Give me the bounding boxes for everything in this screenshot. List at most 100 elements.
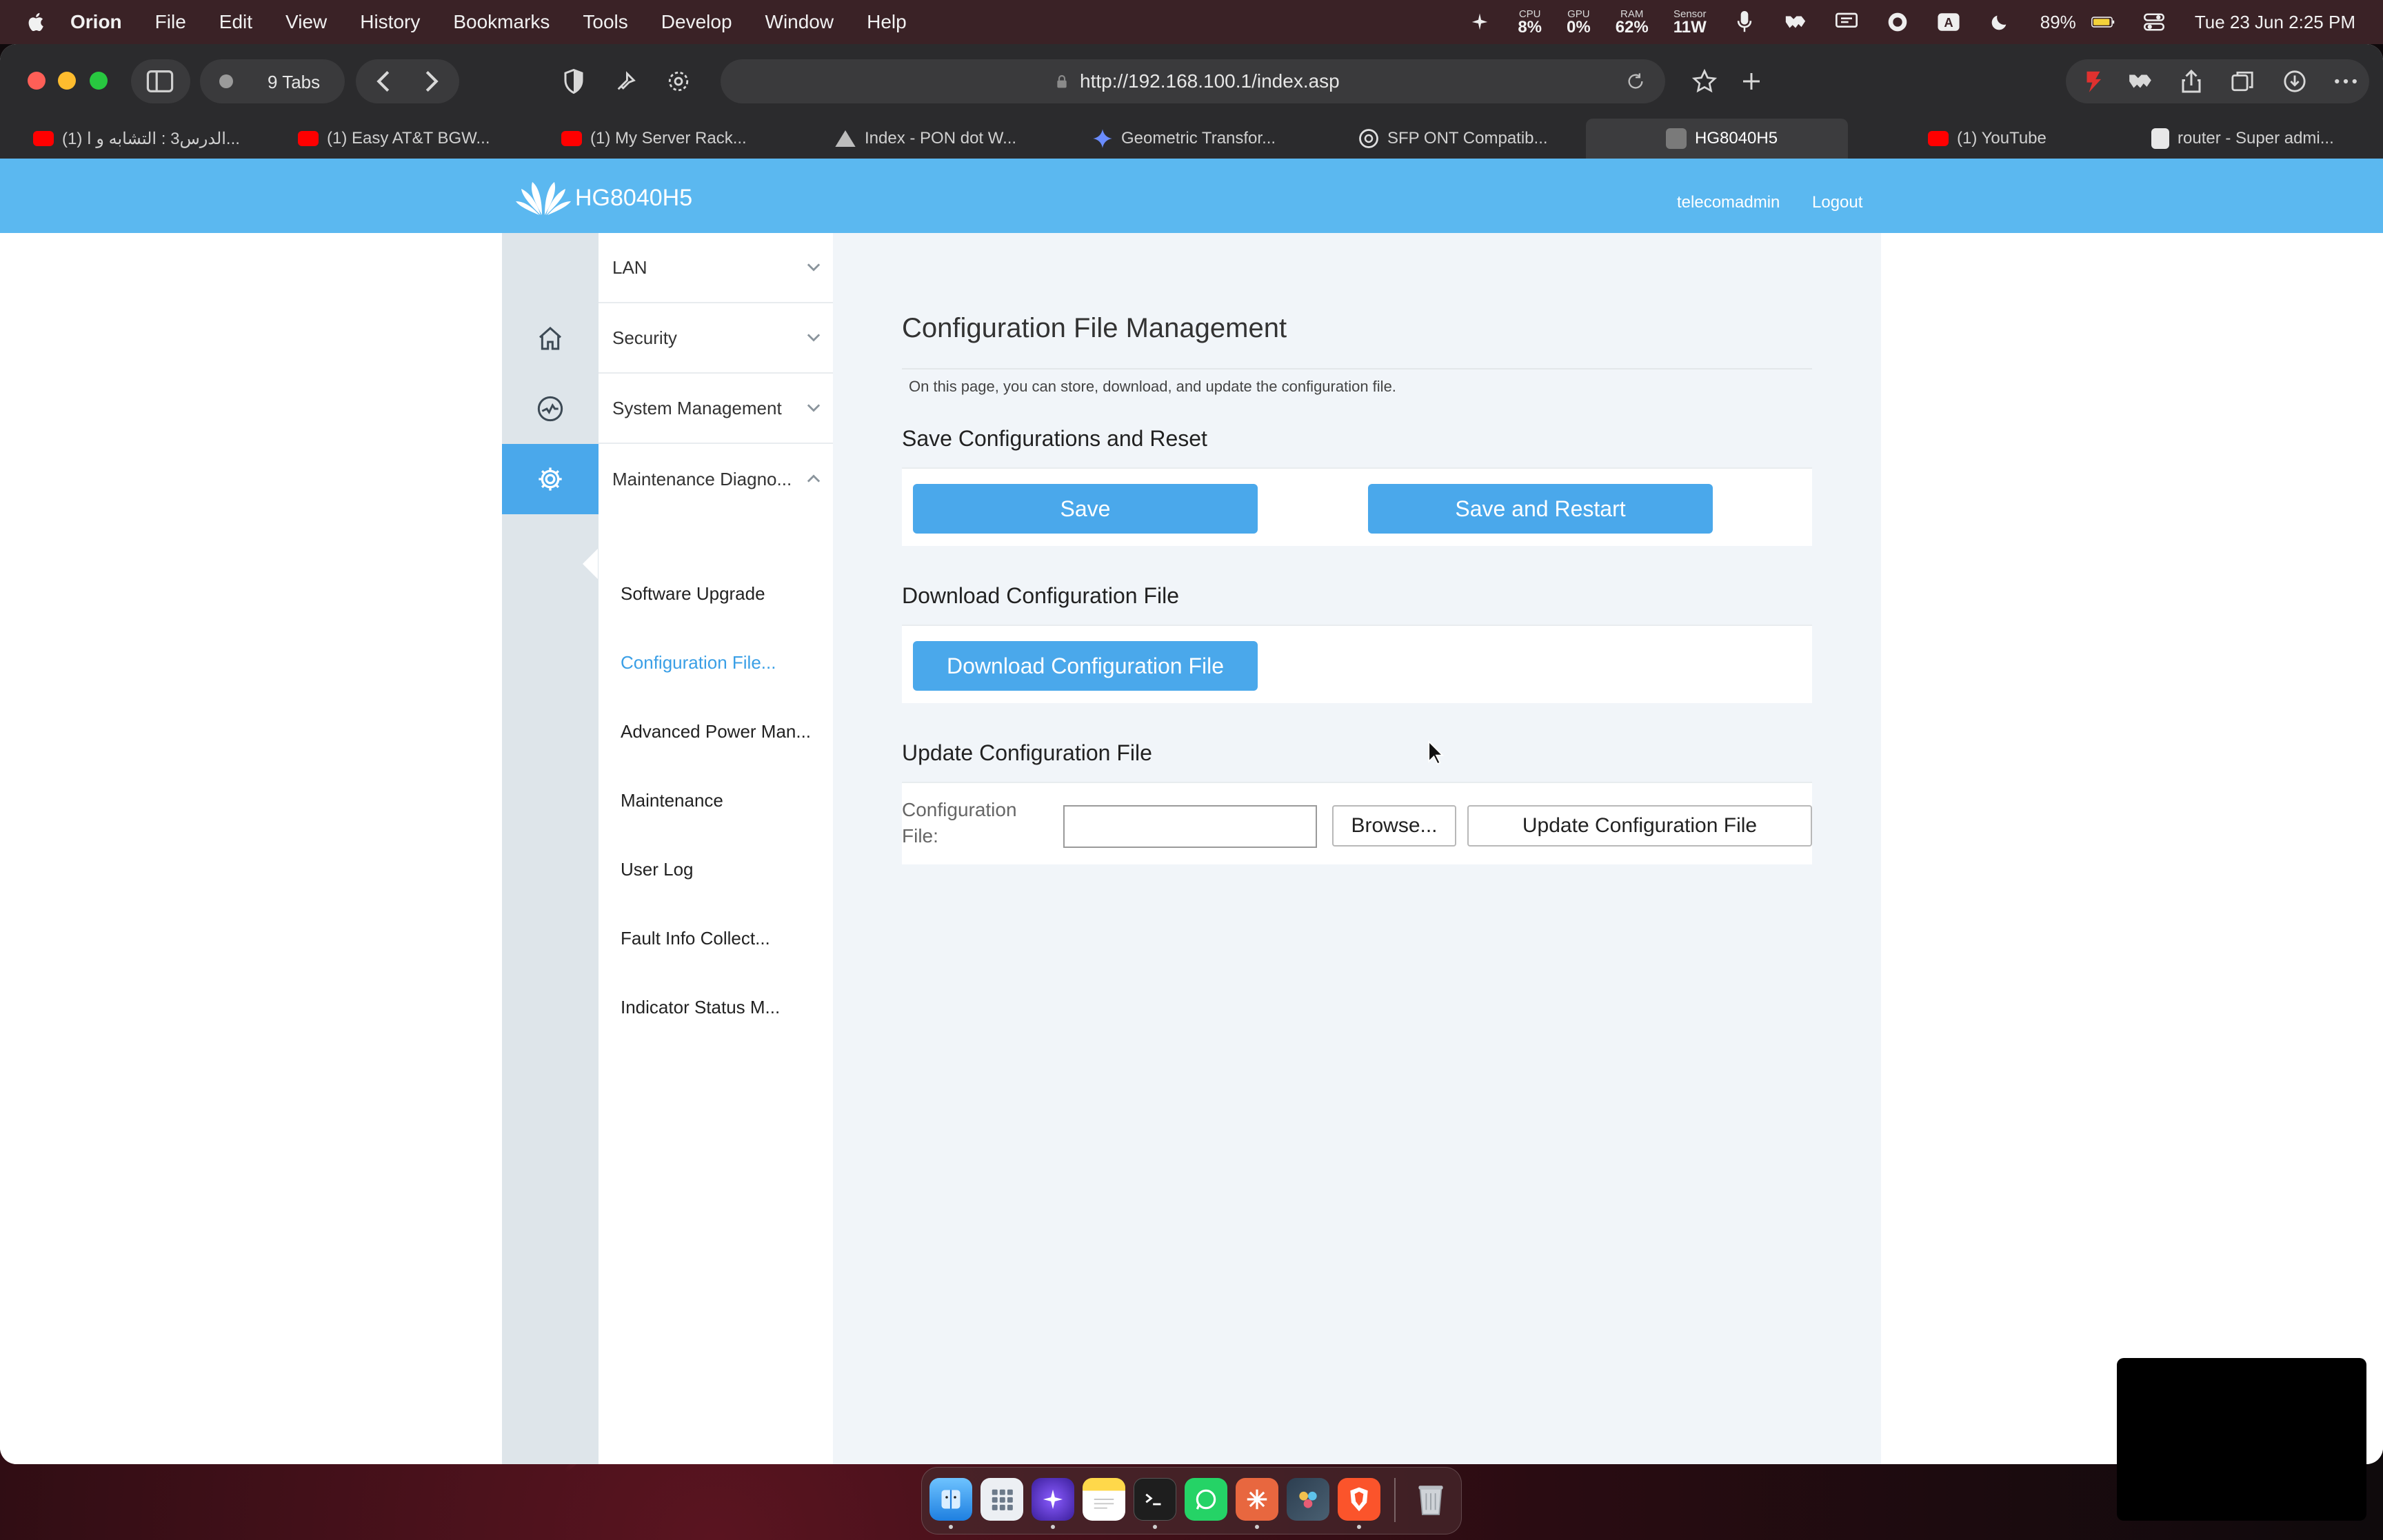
more-options-icon[interactable]	[2331, 66, 2361, 97]
gemini-icon	[1093, 129, 1112, 148]
menu-app-name[interactable]: Orion	[70, 11, 122, 33]
save-button[interactable]: Save	[913, 484, 1258, 534]
sensor-stat[interactable]: Sensor 11W	[1673, 9, 1707, 36]
davinci-icon[interactable]	[1287, 1478, 1329, 1521]
user-link[interactable]: telecomadmin	[1677, 193, 1780, 212]
configuration-file-label-suffix: File:	[902, 825, 938, 847]
update-configuration-button[interactable]: Update Configuration File	[1467, 805, 1812, 847]
menu-bookmarks[interactable]: Bookmarks	[453, 11, 550, 33]
floating-video-overlay[interactable]	[2117, 1358, 2366, 1521]
control-center-icon[interactable]	[2142, 10, 2166, 34]
save-and-restart-button[interactable]: Save and Restart	[1368, 484, 1713, 534]
configuration-file-label: Configuration	[902, 799, 1017, 820]
finder-icon[interactable]	[929, 1478, 972, 1521]
browser-window: 9 Tabs http://192.168.100.1/index.asp (1…	[0, 44, 2383, 1464]
notes-icon[interactable]	[1083, 1478, 1125, 1521]
menu-history[interactable]: History	[360, 11, 420, 33]
triangle-icon	[835, 130, 856, 147]
menu-maintenance-diagnosis[interactable]: Maintenance Diagno...	[599, 444, 833, 514]
red-extension-icon[interactable]	[2078, 66, 2109, 97]
download-icon[interactable]	[2280, 66, 2310, 97]
menu-view[interactable]: View	[285, 11, 327, 33]
clock[interactable]: Tue 23 Jun 2:25 PM	[2195, 12, 2355, 33]
minimize-window-button[interactable]	[58, 72, 76, 90]
tab-router-super-admin[interactable]: router - Super admi...	[2151, 119, 2379, 159]
submenu-fault-info-collect[interactable]: Fault Info Collect...	[621, 928, 770, 949]
submenu-advanced-power-management[interactable]: Advanced Power Man...	[621, 721, 811, 742]
menu-tools[interactable]: Tools	[583, 11, 627, 33]
terminal-icon[interactable]	[1134, 1478, 1176, 1521]
tab-server-rack[interactable]: (1) My Server Rack...	[561, 119, 768, 159]
tab-pon-dot-wiki[interactable]: Index - PON dot W...	[834, 119, 1041, 159]
menu-security-label: Security	[612, 327, 677, 348]
whatsapp-icon[interactable]	[1185, 1478, 1227, 1521]
back-button[interactable]	[370, 68, 397, 95]
nav-settings-button[interactable]	[502, 444, 599, 514]
tab-sfp-ont[interactable]: SFP ONT Compatib...	[1358, 119, 1579, 159]
tab-youtube-lesson[interactable]: (1) الدرس3 : التشابه و ا...	[33, 119, 268, 159]
gauge-icon	[537, 396, 563, 422]
submenu-user-log[interactable]: User Log	[621, 859, 694, 880]
router-header	[0, 159, 2383, 233]
cpu-stat-value: 8%	[1518, 17, 1542, 37]
ram-stat[interactable]: RAM 62%	[1616, 9, 1649, 36]
menu-security[interactable]: Security	[599, 303, 833, 374]
shield-icon[interactable]	[560, 68, 587, 95]
mouse-cursor-icon	[1428, 740, 1445, 765]
trash-icon[interactable]	[1409, 1478, 1452, 1521]
battery-icon[interactable]	[2091, 10, 2115, 34]
keyboard-input-icon[interactable]: A	[1937, 10, 1960, 34]
gear-icon[interactable]	[665, 68, 692, 95]
dock-running-indicator	[949, 1525, 953, 1529]
download-configuration-button[interactable]: Download Configuration File	[913, 641, 1258, 691]
submenu-indicator-status[interactable]: Indicator Status M...	[621, 997, 780, 1018]
apple-icon[interactable]	[25, 10, 48, 34]
browse-button[interactable]: Browse...	[1332, 805, 1456, 847]
menu-help[interactable]: Help	[867, 11, 907, 33]
close-window-button[interactable]	[28, 72, 46, 90]
handshake-icon[interactable]	[1784, 10, 1807, 34]
ram-stat-value: 62%	[1615, 17, 1649, 37]
orion-browser-icon[interactable]	[1032, 1478, 1074, 1521]
share-icon[interactable]	[2176, 66, 2206, 97]
tab-geometric-transform[interactable]: Geometric Transfor...	[1092, 119, 1306, 159]
configuration-file-input[interactable]	[1063, 805, 1317, 848]
menu-window[interactable]: Window	[765, 11, 834, 33]
tabs-overview-icon[interactable]	[2227, 66, 2258, 97]
openai-icon	[1359, 129, 1378, 148]
menu-develop[interactable]: Develop	[661, 11, 732, 33]
bookmark-star-icon[interactable]	[1689, 66, 1720, 97]
forward-button[interactable]	[418, 68, 445, 95]
nav-status-button[interactable]	[502, 374, 599, 444]
microphone-icon[interactable]	[1733, 10, 1756, 34]
extension-tool-icon[interactable]	[612, 68, 640, 95]
tab-title: router - Super admi...	[2178, 129, 2334, 148]
submenu-configuration-file[interactable]: Configuration File...	[621, 652, 776, 673]
tab-hg8040h5[interactable]: HG8040H5	[1586, 119, 1848, 159]
tab-youtube[interactable]: (1) YouTube	[1928, 119, 2100, 159]
sparkle-icon[interactable]	[1468, 10, 1491, 34]
claude-icon[interactable]	[1236, 1478, 1278, 1521]
moon-icon[interactable]	[1988, 10, 2011, 34]
handshake-extension-icon[interactable]	[2125, 66, 2155, 97]
menu-file[interactable]: File	[155, 11, 186, 33]
record-icon[interactable]	[1886, 10, 1909, 34]
launchpad-icon[interactable]	[981, 1478, 1023, 1521]
chevron-down-icon	[807, 404, 821, 412]
submenu-software-upgrade[interactable]: Software Upgrade	[621, 583, 765, 605]
menu-lan[interactable]: LAN	[599, 233, 833, 303]
brave-icon[interactable]	[1338, 1478, 1380, 1521]
nav-home-button[interactable]	[502, 303, 599, 374]
cpu-stat[interactable]: CPU 8%	[1518, 9, 1542, 36]
reload-icon[interactable]	[1625, 70, 1647, 92]
menu-edit[interactable]: Edit	[219, 11, 252, 33]
tab-att-bgw[interactable]: (1) Easy AT&T BGW...	[298, 119, 505, 159]
submenu-maintenance[interactable]: Maintenance	[621, 790, 723, 811]
gpu-stat[interactable]: GPU 0%	[1567, 9, 1591, 36]
new-tab-plus-icon[interactable]	[1736, 66, 1767, 97]
url-text[interactable]: http://192.168.100.1/index.asp	[1080, 70, 1340, 92]
display-icon[interactable]	[1835, 10, 1858, 34]
menu-system-management[interactable]: System Management	[599, 374, 833, 444]
zoom-window-button[interactable]	[90, 72, 108, 90]
logout-link[interactable]: Logout	[1812, 193, 1862, 212]
